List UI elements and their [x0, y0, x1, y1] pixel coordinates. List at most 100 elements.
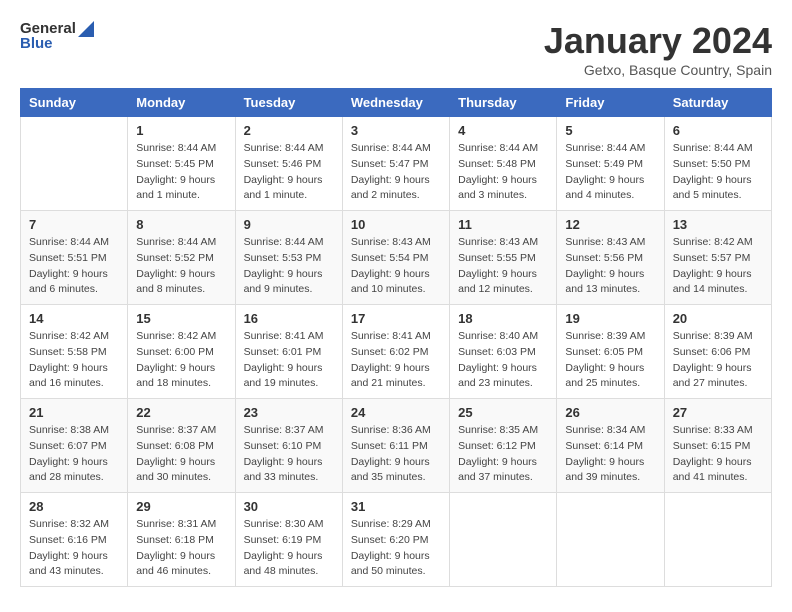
day-cell: 6Sunrise: 8:44 AM Sunset: 5:50 PM Daylig…	[664, 117, 771, 211]
day-number: 23	[244, 405, 334, 420]
day-number: 6	[673, 123, 763, 138]
day-info: Sunrise: 8:44 AM Sunset: 5:48 PM Dayligh…	[458, 141, 548, 204]
page-header: General Blue January 2024 Getxo, Basque …	[20, 20, 772, 78]
day-info: Sunrise: 8:40 AM Sunset: 6:03 PM Dayligh…	[458, 329, 548, 392]
day-info: Sunrise: 8:30 AM Sunset: 6:19 PM Dayligh…	[244, 517, 334, 580]
day-cell: 4Sunrise: 8:44 AM Sunset: 5:48 PM Daylig…	[450, 117, 557, 211]
day-cell	[450, 493, 557, 587]
day-cell	[557, 493, 664, 587]
day-number: 14	[29, 311, 119, 326]
day-cell: 20Sunrise: 8:39 AM Sunset: 6:06 PM Dayli…	[664, 305, 771, 399]
day-info: Sunrise: 8:44 AM Sunset: 5:53 PM Dayligh…	[244, 235, 334, 298]
day-info: Sunrise: 8:41 AM Sunset: 6:01 PM Dayligh…	[244, 329, 334, 392]
day-number: 7	[29, 217, 119, 232]
day-cell: 18 Sunrise: 8:40 AM Sunset: 6:03 PM Dayli…	[450, 305, 557, 399]
day-number: 30	[244, 499, 334, 514]
day-number: 18	[458, 311, 548, 326]
logo: General Blue	[20, 20, 94, 52]
day-cell: 3 Sunrise: 8:44 AM Sunset: 5:47 PM Daylig…	[342, 117, 449, 211]
day-number: 13	[673, 217, 763, 232]
day-info: Sunrise: 8:44 AM Sunset: 5:46 PM Dayligh…	[244, 141, 334, 204]
day-number: 8	[136, 217, 226, 232]
week-row-4: 28Sunrise: 8:32 AM Sunset: 6:16 PM Dayli…	[21, 493, 772, 587]
day-number: 9	[244, 217, 334, 232]
day-cell: 25Sunrise: 8:35 AM Sunset: 6:12 PM Dayli…	[450, 399, 557, 493]
header-thursday: Thursday	[450, 89, 557, 117]
day-number: 5	[565, 123, 655, 138]
day-info: Sunrise: 8:38 AM Sunset: 6:07 PM Dayligh…	[29, 423, 119, 486]
day-info: Sunrise: 8:34 AM Sunset: 6:14 PM Dayligh…	[565, 423, 655, 486]
day-cell: 14 Sunrise: 8:42 AM Sunset: 5:58 PM Dayli…	[21, 305, 128, 399]
day-info: Sunrise: 8:33 AM Sunset: 6:15 PM Dayligh…	[673, 423, 763, 486]
day-info: Sunrise: 8:42 AM Sunset: 5:58 PM Dayligh…	[29, 329, 119, 392]
day-cell: 26 Sunrise: 8:34 AM Sunset: 6:14 PM Dayli…	[557, 399, 664, 493]
header-monday: Monday	[128, 89, 235, 117]
day-info: Sunrise: 8:39 AM Sunset: 6:06 PM Dayligh…	[673, 329, 763, 392]
header-tuesday: Tuesday	[235, 89, 342, 117]
day-info: Sunrise: 8:44 AM Sunset: 5:47 PM Dayligh…	[351, 141, 441, 204]
day-cell: 11Sunrise: 8:43 AM Sunset: 5:55 PM Dayli…	[450, 211, 557, 305]
logo-blue: Blue	[20, 35, 94, 52]
day-cell: 28Sunrise: 8:32 AM Sunset: 6:16 PM Dayli…	[21, 493, 128, 587]
day-info: Sunrise: 8:44 AM Sunset: 5:51 PM Dayligh…	[29, 235, 119, 298]
day-info: Sunrise: 8:42 AM Sunset: 6:00 PM Dayligh…	[136, 329, 226, 392]
day-number: 1	[136, 123, 226, 138]
location-subtitle: Getxo, Basque Country, Spain	[544, 62, 772, 78]
day-info: Sunrise: 8:43 AM Sunset: 5:54 PM Dayligh…	[351, 235, 441, 298]
day-cell: 12 Sunrise: 8:43 AM Sunset: 5:56 PM Dayli…	[557, 211, 664, 305]
calendar-header-row: SundayMondayTuesdayWednesdayThursdayFrid…	[21, 89, 772, 117]
day-number: 27	[673, 405, 763, 420]
day-cell: 31Sunrise: 8:29 AM Sunset: 6:20 PM Dayli…	[342, 493, 449, 587]
header-wednesday: Wednesday	[342, 89, 449, 117]
header-saturday: Saturday	[664, 89, 771, 117]
day-cell: 8 Sunrise: 8:44 AM Sunset: 5:52 PM Daylig…	[128, 211, 235, 305]
day-cell: 10 Sunrise: 8:43 AM Sunset: 5:54 PM Dayli…	[342, 211, 449, 305]
day-cell: 22Sunrise: 8:37 AM Sunset: 6:08 PM Dayli…	[128, 399, 235, 493]
day-info: Sunrise: 8:39 AM Sunset: 6:05 PM Dayligh…	[565, 329, 655, 392]
month-title: January 2024	[544, 20, 772, 62]
day-number: 31	[351, 499, 441, 514]
day-info: Sunrise: 8:31 AM Sunset: 6:18 PM Dayligh…	[136, 517, 226, 580]
day-info: Sunrise: 8:37 AM Sunset: 6:10 PM Dayligh…	[244, 423, 334, 486]
day-number: 28	[29, 499, 119, 514]
day-cell: 16 Sunrise: 8:41 AM Sunset: 6:01 PM Dayli…	[235, 305, 342, 399]
day-number: 15	[136, 311, 226, 326]
day-cell: 9 Sunrise: 8:44 AM Sunset: 5:53 PM Daylig…	[235, 211, 342, 305]
day-cell: 17 Sunrise: 8:41 AM Sunset: 6:02 PM Dayli…	[342, 305, 449, 399]
day-cell: 5Sunrise: 8:44 AM Sunset: 5:49 PM Daylig…	[557, 117, 664, 211]
day-cell: 30 Sunrise: 8:30 AM Sunset: 6:19 PM Dayli…	[235, 493, 342, 587]
day-number: 21	[29, 405, 119, 420]
day-cell: 15 Sunrise: 8:42 AM Sunset: 6:00 PM Dayli…	[128, 305, 235, 399]
week-row-2: 14 Sunrise: 8:42 AM Sunset: 5:58 PM Dayli…	[21, 305, 772, 399]
day-number: 12	[565, 217, 655, 232]
day-cell: 21 Sunrise: 8:38 AM Sunset: 6:07 PM Dayli…	[21, 399, 128, 493]
day-number: 24	[351, 405, 441, 420]
day-cell: 27 Sunrise: 8:33 AM Sunset: 6:15 PM Dayli…	[664, 399, 771, 493]
calendar-table: SundayMondayTuesdayWednesdayThursdayFrid…	[20, 88, 772, 587]
day-number: 3	[351, 123, 441, 138]
day-cell: 1Sunrise: 8:44 AM Sunset: 5:45 PM Daylig…	[128, 117, 235, 211]
day-number: 11	[458, 217, 548, 232]
day-cell	[664, 493, 771, 587]
day-number: 10	[351, 217, 441, 232]
day-number: 19	[565, 311, 655, 326]
day-cell	[21, 117, 128, 211]
week-row-1: 7 Sunrise: 8:44 AM Sunset: 5:51 PM Daylig…	[21, 211, 772, 305]
day-info: Sunrise: 8:36 AM Sunset: 6:11 PM Dayligh…	[351, 423, 441, 486]
title-section: January 2024 Getxo, Basque Country, Spai…	[544, 20, 772, 78]
day-number: 16	[244, 311, 334, 326]
day-cell: 24 Sunrise: 8:36 AM Sunset: 6:11 PM Dayli…	[342, 399, 449, 493]
day-number: 17	[351, 311, 441, 326]
day-info: Sunrise: 8:41 AM Sunset: 6:02 PM Dayligh…	[351, 329, 441, 392]
day-number: 2	[244, 123, 334, 138]
day-info: Sunrise: 8:44 AM Sunset: 5:52 PM Dayligh…	[136, 235, 226, 298]
day-info: Sunrise: 8:43 AM Sunset: 5:56 PM Dayligh…	[565, 235, 655, 298]
day-cell: 13 Sunrise: 8:42 AM Sunset: 5:57 PM Dayli…	[664, 211, 771, 305]
header-sunday: Sunday	[21, 89, 128, 117]
day-number: 26	[565, 405, 655, 420]
day-cell: 2 Sunrise: 8:44 AM Sunset: 5:46 PM Daylig…	[235, 117, 342, 211]
day-number: 25	[458, 405, 548, 420]
day-number: 29	[136, 499, 226, 514]
header-friday: Friday	[557, 89, 664, 117]
day-info: Sunrise: 8:42 AM Sunset: 5:57 PM Dayligh…	[673, 235, 763, 298]
